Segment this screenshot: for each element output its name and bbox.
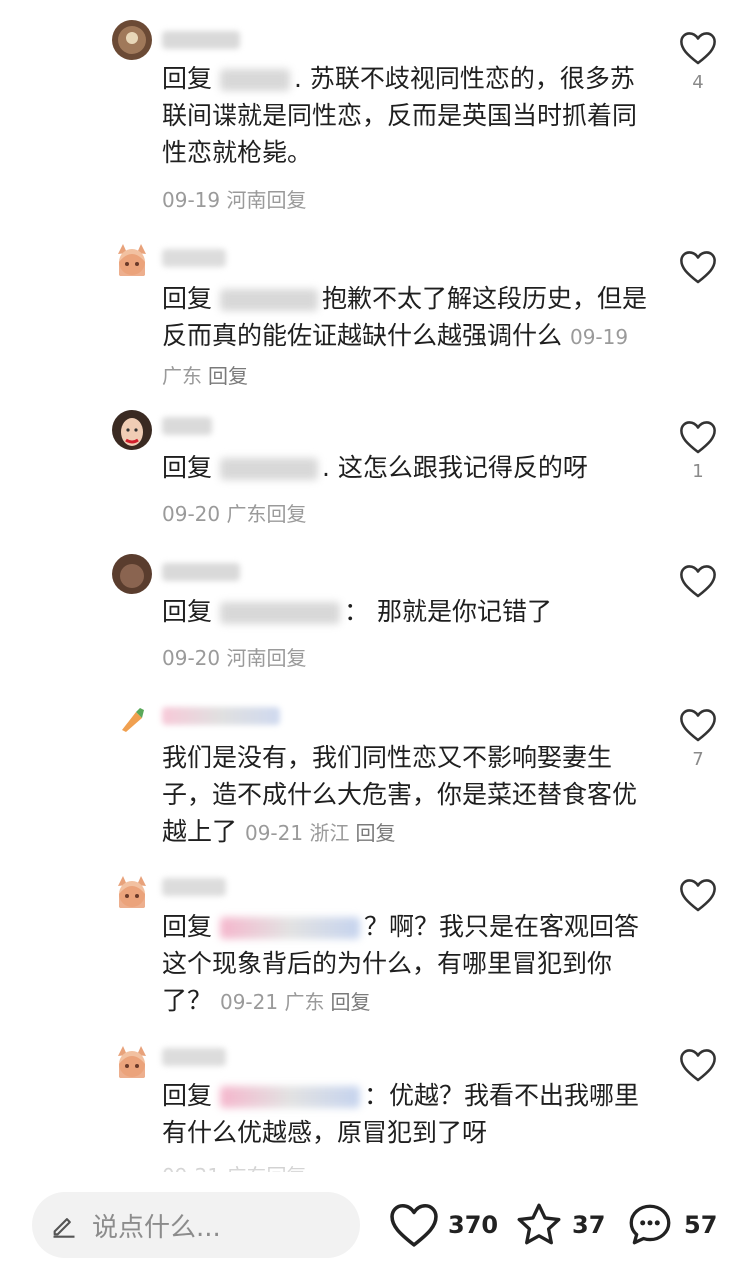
- user-avatar[interactable]: [112, 410, 152, 450]
- heart-icon: [680, 565, 716, 598]
- star-icon: [517, 1203, 561, 1245]
- like-count: 1: [692, 461, 704, 482]
- username-blurred[interactable]: [162, 878, 226, 896]
- mention-blurred[interactable]: [220, 289, 319, 311]
- heart-icon: [680, 32, 716, 65]
- reply-button[interactable]: 回复: [266, 646, 306, 670]
- comment-input[interactable]: 说点什么...: [32, 1192, 360, 1258]
- username-blurred[interactable]: [162, 417, 212, 435]
- comment-like-button[interactable]: [678, 563, 718, 605]
- reply-button[interactable]: 回复: [330, 990, 370, 1014]
- heart-icon: [680, 421, 716, 454]
- username-blurred[interactable]: [162, 707, 280, 725]
- reply-button[interactable]: 回复: [208, 364, 248, 388]
- user-avatar[interactable]: [112, 20, 152, 60]
- mention-blurred[interactable]: [220, 917, 361, 939]
- mention-blurred[interactable]: [220, 1086, 361, 1108]
- like-count-total: 370: [448, 1211, 499, 1239]
- comment-like-button[interactable]: 7: [678, 707, 718, 770]
- user-avatar[interactable]: [112, 700, 152, 740]
- comment-like-button[interactable]: [678, 877, 718, 919]
- username-blurred[interactable]: [162, 563, 240, 581]
- comment-like-button[interactable]: [678, 249, 718, 291]
- heart-icon: [680, 1049, 716, 1082]
- reply-button[interactable]: 回复: [355, 821, 395, 845]
- mention-blurred[interactable]: [220, 602, 341, 624]
- comment-meta: 09-20 广东回复: [162, 502, 307, 526]
- comments-button[interactable]: 57: [624, 1200, 717, 1250]
- bottom-action-bar: 说点什么... 370 37 57: [0, 1172, 746, 1280]
- user-avatar[interactable]: [112, 240, 152, 280]
- heart-icon: [680, 709, 716, 742]
- comment-text: 回复 ：优越？我看不出我哪里有什么优越感，原冒犯到了呀: [162, 1081, 640, 1147]
- favorite-count: 37: [572, 1211, 606, 1239]
- comment-like-button[interactable]: 1: [678, 419, 718, 482]
- reply-button[interactable]: 回复: [266, 502, 306, 526]
- user-avatar[interactable]: [112, 1042, 152, 1082]
- mention-blurred[interactable]: [220, 458, 319, 480]
- comment-text: 回复 ？啊？我只是在客观回答这个现象背后的为什么，有哪里冒犯到你了？ 09-21 …: [162, 912, 640, 1015]
- favorite-button[interactable]: 37: [514, 1200, 605, 1250]
- heart-icon: [390, 1203, 438, 1247]
- comment-text: 我们是没有，我们同性恋又不影响娶妻生子，造不成什么大危害，你是菜还替食客优越上了…: [162, 743, 638, 846]
- comment-meta: 09-20 河南回复: [162, 646, 307, 670]
- like-post-button[interactable]: 370: [388, 1200, 498, 1250]
- comment-text: 回复 抱歉不太了解这段历史，但是反而真的能佐证越缺什么越强调什么 09-19 广东…: [162, 284, 648, 388]
- pencil-icon: [53, 1218, 75, 1238]
- comment-text: 回复： 那就是你记错了: [162, 597, 552, 626]
- comment-bubble-icon: [629, 1204, 671, 1245]
- comment-count: 57: [684, 1211, 718, 1239]
- like-count: 7: [692, 749, 704, 770]
- heart-icon: [680, 879, 716, 912]
- input-placeholder: 说点什么...: [92, 1213, 221, 1243]
- comment-text: 回复. 苏联不歧视同性恋的，很多苏联间谍就是同性恋，反而是英国当时抓着同性恋就枪…: [162, 64, 638, 167]
- mention-blurred[interactable]: [220, 69, 291, 91]
- comment-text: 回复. 这怎么跟我记得反的呀: [162, 453, 588, 482]
- username-blurred[interactable]: [162, 1048, 226, 1066]
- heart-icon: [680, 251, 716, 284]
- username-blurred[interactable]: [162, 31, 240, 49]
- comment-like-button[interactable]: 4: [678, 30, 718, 93]
- comment-like-button[interactable]: [678, 1047, 718, 1089]
- like-count: 4: [692, 72, 704, 93]
- username-blurred[interactable]: [162, 249, 226, 267]
- user-avatar[interactable]: [112, 554, 152, 594]
- reply-button[interactable]: 回复: [266, 188, 306, 212]
- comment-meta: 09-19 河南回复: [162, 188, 307, 212]
- user-avatar[interactable]: [112, 872, 152, 912]
